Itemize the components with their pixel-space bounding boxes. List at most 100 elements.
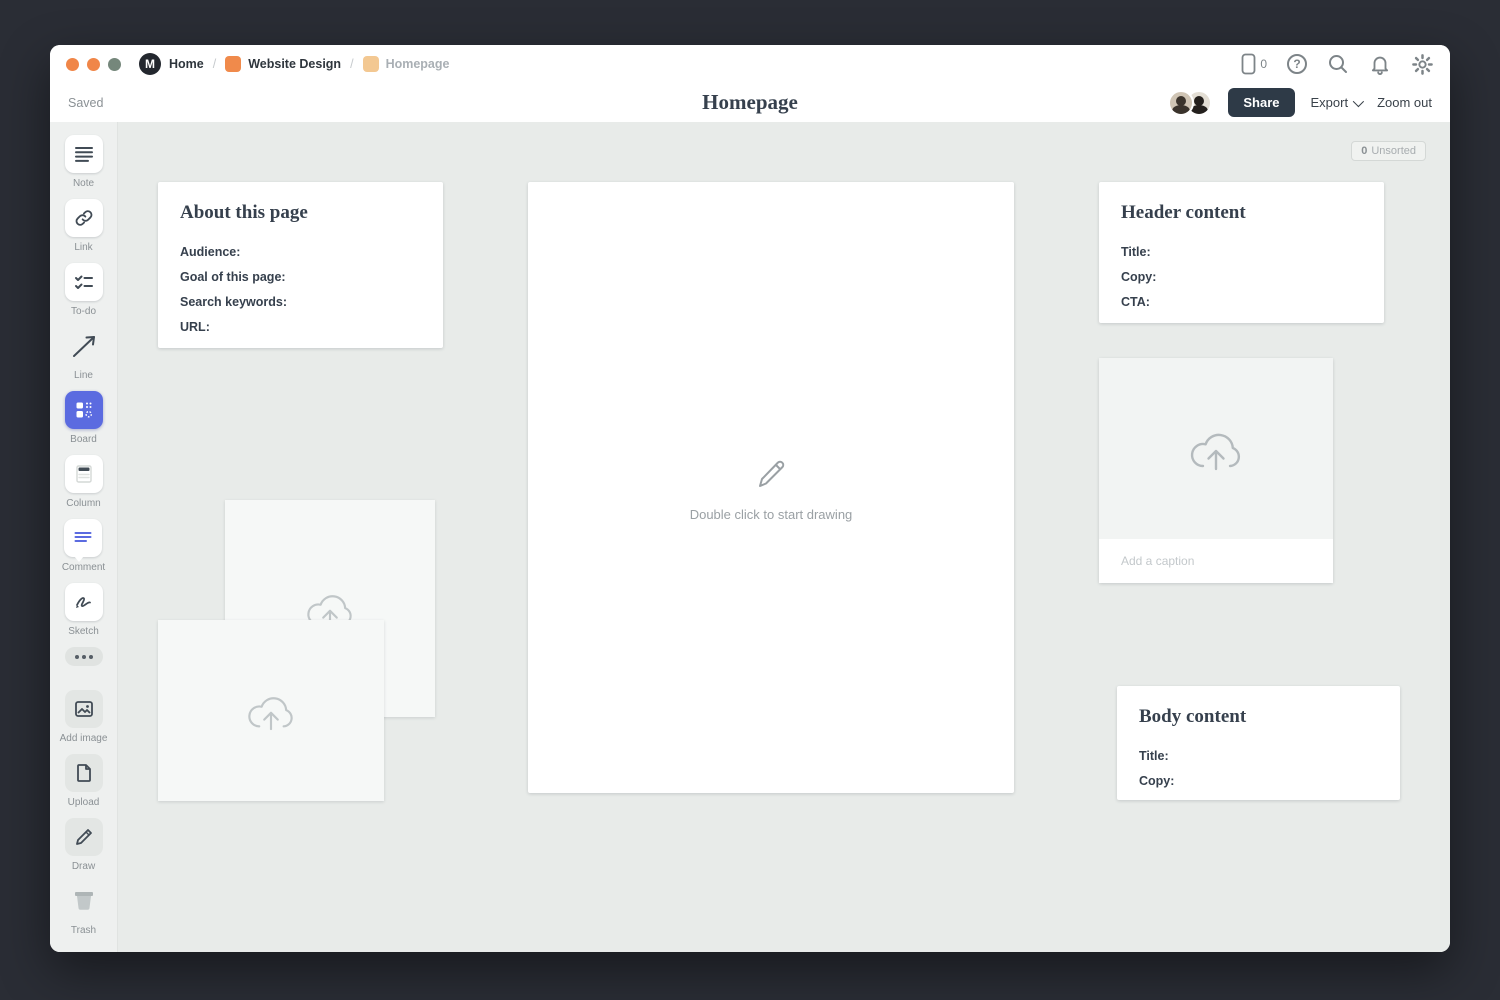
upload-file-icon bbox=[73, 762, 95, 784]
cloud-upload-icon bbox=[243, 688, 299, 734]
titlebar-actions: 0 ? bbox=[1241, 53, 1434, 76]
milanote-logo[interactable]: M bbox=[139, 53, 161, 75]
tool-board-selected[interactable]: Board bbox=[65, 391, 103, 445]
unsorted-badge[interactable]: 0 Unsorted bbox=[1351, 141, 1426, 161]
add-image-icon bbox=[73, 698, 95, 720]
tool-upload[interactable]: Upload bbox=[65, 754, 103, 808]
tool-label: Board bbox=[70, 434, 97, 445]
zoom-out-button[interactable]: Zoom out bbox=[1377, 95, 1432, 110]
breadcrumb-separator: / bbox=[350, 57, 353, 71]
saved-status: Saved bbox=[68, 96, 103, 110]
tool-sidebar: Note Link bbox=[50, 122, 118, 952]
field-label: Audience: bbox=[180, 240, 421, 265]
board-canvas[interactable]: 0 Unsorted About this page Audience: Goal… bbox=[118, 122, 1450, 952]
field-label: Search keywords: bbox=[180, 290, 421, 315]
pencil-icon bbox=[751, 453, 791, 493]
titlebar: M Home / Website Design / Homepage 0 bbox=[50, 45, 1450, 83]
breadcrumb: Home / Website Design / Homepage bbox=[169, 56, 449, 72]
tool-label: Draw bbox=[72, 861, 95, 872]
image-upload-card[interactable]: Add a caption bbox=[1099, 358, 1333, 583]
field-label: Copy: bbox=[1121, 265, 1362, 290]
tool-label: Comment bbox=[62, 562, 105, 573]
field-label: URL: bbox=[180, 315, 421, 340]
app-window: M Home / Website Design / Homepage 0 bbox=[50, 45, 1450, 952]
tool-draw[interactable]: Draw bbox=[65, 818, 103, 872]
tool-label: Note bbox=[73, 178, 94, 189]
note-card-body-content[interactable]: Body content Title: Copy: bbox=[1117, 686, 1400, 800]
breadcrumb-project-label: Website Design bbox=[248, 57, 341, 71]
avatar[interactable] bbox=[1168, 90, 1194, 116]
breadcrumb-separator: / bbox=[213, 57, 216, 71]
breadcrumb-home-label: Home bbox=[169, 57, 204, 71]
tool-label: Add image bbox=[60, 733, 108, 744]
tool-line[interactable]: Line bbox=[65, 327, 103, 381]
document-toolbar: Saved Homepage Share Export Zoom out bbox=[50, 83, 1450, 122]
tool-note[interactable]: Note bbox=[65, 135, 103, 189]
unsorted-count: 0 bbox=[1361, 145, 1367, 157]
unsorted-label: Unsorted bbox=[1371, 145, 1416, 157]
tool-add-image[interactable]: Add image bbox=[60, 690, 108, 744]
tool-sketch[interactable]: Sketch bbox=[65, 583, 103, 637]
tool-column[interactable]: Column bbox=[65, 455, 103, 509]
note-card-about[interactable]: About this page Audience: Goal of this p… bbox=[158, 182, 443, 348]
collaborator-avatars[interactable] bbox=[1168, 90, 1212, 116]
tool-comment[interactable]: Comment bbox=[62, 519, 105, 573]
card-title: Header content bbox=[1121, 202, 1362, 224]
share-button[interactable]: Share bbox=[1228, 88, 1294, 117]
card-title: Body content bbox=[1139, 706, 1378, 728]
sketch-icon bbox=[72, 590, 96, 614]
tool-todo[interactable]: To-do bbox=[65, 263, 103, 317]
window-maximize-button[interactable] bbox=[108, 58, 121, 71]
tool-label: Line bbox=[74, 370, 93, 381]
field-label: Goal of this page: bbox=[180, 265, 421, 290]
todo-icon bbox=[73, 271, 95, 293]
chevron-down-icon bbox=[1353, 95, 1364, 106]
help-button[interactable]: ? bbox=[1287, 54, 1307, 74]
caption-input[interactable]: Add a caption bbox=[1099, 539, 1333, 583]
sketch-card[interactable]: Double click to start drawing bbox=[528, 182, 1014, 793]
settings-button[interactable] bbox=[1411, 53, 1434, 76]
arrow-line-icon bbox=[69, 331, 99, 361]
tool-label: To-do bbox=[71, 306, 96, 317]
field-label: CTA: bbox=[1121, 290, 1362, 315]
breadcrumb-home[interactable]: Home bbox=[169, 57, 204, 71]
phone-icon bbox=[1241, 53, 1256, 75]
image-placeholder[interactable] bbox=[158, 620, 384, 801]
draw-pencil-icon bbox=[73, 826, 95, 848]
card-title: About this page bbox=[180, 202, 421, 224]
tool-link[interactable]: Link bbox=[65, 199, 103, 253]
breadcrumb-current-page[interactable]: Homepage bbox=[363, 56, 450, 72]
notifications-button[interactable] bbox=[1369, 53, 1391, 75]
mobile-device-button[interactable]: 0 bbox=[1241, 53, 1267, 75]
breadcrumb-project[interactable]: Website Design bbox=[225, 56, 341, 72]
trash-icon bbox=[69, 886, 99, 916]
tool-trash[interactable]: Trash bbox=[65, 882, 103, 936]
note-card-header-content[interactable]: Header content Title: Copy: CTA: bbox=[1099, 182, 1384, 323]
field-label: Title: bbox=[1139, 744, 1378, 769]
drawing-hint: Double click to start drawing bbox=[690, 507, 853, 522]
tool-label: Link bbox=[74, 242, 92, 253]
window-minimize-button[interactable] bbox=[87, 58, 100, 71]
device-count: 0 bbox=[1260, 57, 1267, 71]
board-icon-light-orange bbox=[363, 56, 379, 72]
window-close-button[interactable] bbox=[66, 58, 79, 71]
tool-label: Upload bbox=[68, 797, 100, 808]
note-icon bbox=[73, 143, 95, 165]
tool-more[interactable] bbox=[65, 647, 103, 666]
search-button[interactable] bbox=[1327, 53, 1349, 75]
gear-icon bbox=[1411, 53, 1434, 76]
tool-label: Column bbox=[66, 498, 100, 509]
help-icon: ? bbox=[1287, 54, 1307, 74]
bell-icon bbox=[1369, 53, 1391, 75]
cloud-upload-icon bbox=[1185, 424, 1247, 474]
column-icon bbox=[73, 463, 95, 485]
breadcrumb-page-label: Homepage bbox=[386, 57, 450, 71]
field-label: Copy: bbox=[1139, 769, 1378, 794]
board-icon bbox=[73, 399, 95, 421]
board-icon-orange bbox=[225, 56, 241, 72]
tool-label: Sketch bbox=[68, 626, 99, 637]
image-dropzone[interactable] bbox=[1099, 358, 1333, 539]
window-controls bbox=[66, 58, 121, 71]
comment-icon bbox=[72, 527, 94, 549]
export-button[interactable]: Export bbox=[1311, 95, 1362, 110]
